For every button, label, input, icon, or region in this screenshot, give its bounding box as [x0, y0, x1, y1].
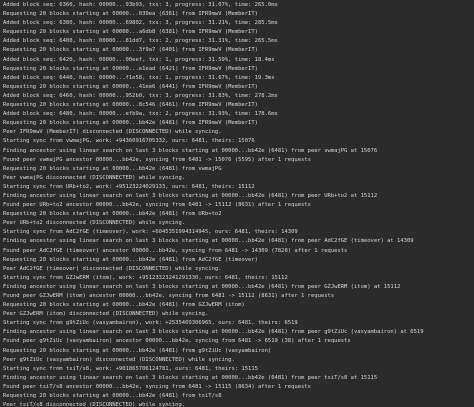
log-line: Starting sync from vwmajPG, work: +94360…	[3, 138, 255, 145]
log-line: Requesting 20 blocks starting at 00000..…	[3, 211, 222, 218]
log-line: Peer g9tZiUc (vasyambairon) disconnected…	[3, 356, 235, 363]
log-line: Requesting 20 blocks starting at 00000..…	[3, 102, 258, 109]
log-line: Requesting 20 blocks starting at 00000..…	[3, 83, 258, 90]
log-line: Found peer URb+to2 ancestor 00000...bb42…	[3, 202, 311, 209]
log-line: Found peer tsiT/s8 ancestor 00000...bb42…	[3, 383, 311, 390]
log-line: Starting sync from AdC2fGE (timeover), w…	[3, 229, 298, 236]
log-line: Starting sync from tsiT/s8, work: +90186…	[3, 365, 258, 372]
log-line: Finding ancestor using linear search on …	[3, 238, 414, 245]
log-line: Starting sync from URb+to2, work: +95123…	[3, 183, 255, 190]
log-line: Added block seq: 6400, hash: 00000...81d…	[3, 38, 278, 45]
log-line: Requesting 20 blocks starting at 00000..…	[3, 47, 258, 54]
log-line: Peer URb+to2 disconnected (DISCONNECTED)…	[3, 220, 186, 227]
log-line: Added block seq: 6420, hash: 00000...00e…	[3, 56, 275, 63]
log-line: Requesting 20 blocks starting at 00000..…	[3, 65, 258, 72]
log-line: Peer AdC2fGE (timeover) disconnected (DI…	[3, 265, 222, 272]
log-line: Peer GZJwERM (itom) disconnected (DISCON…	[3, 311, 209, 318]
log-line: Added block seq: 6460, hash: 00000...952…	[3, 92, 278, 99]
log-line: Added block seq: 6440, hash: 00000...f1e…	[3, 74, 275, 81]
log-line: Requesting 20 blocks starting at 00000..…	[3, 29, 258, 36]
log-line: Finding ancestor using linear search on …	[3, 329, 424, 336]
log-line: Finding ancestor using linear search on …	[3, 374, 378, 381]
log-line: Peer tsiT/s8 disconnected (DISCONNECTED)…	[3, 402, 186, 407]
log-line: Added block seq: 6380, hash: 00000...698…	[3, 20, 278, 27]
log-line: Starting sync from g9tZiUc (vasyambairon…	[3, 320, 298, 327]
log-line: Found peer g9tZiUc (vasyambairon) ancest…	[3, 338, 351, 345]
log-line: Requesting 20 blocks starting at 00000..…	[3, 11, 258, 18]
log-line: Peer vwmajPG disconnected (DISCONNECTED)…	[3, 174, 186, 181]
log-line: Requesting 20 blocks starting at 00000..…	[3, 256, 258, 263]
log-line: Requesting 20 blocks starting at 00000..…	[3, 347, 272, 354]
log-line: Added block seq: 6360, hash: 00000...93b…	[3, 2, 278, 8]
log-line: Finding ancestor using linear search on …	[3, 147, 378, 154]
log-line: Found peer GZJwERM (itom) ancestor 00000…	[3, 293, 335, 299]
log-line: Finding ancestor using linear search on …	[3, 283, 401, 290]
log-line: Peer IFR9mwV (MemberIT) disconnected (DI…	[3, 129, 222, 136]
log-line: Finding ancestor using linear search on …	[3, 192, 378, 199]
log-line: Requesting 20 blocks starting at 00000..…	[3, 393, 222, 400]
log-line: Added block seq: 6480, hash: 00000...efb…	[3, 111, 278, 118]
log-line: Requesting 20 blocks starting at 00000..…	[3, 302, 245, 309]
terminal-output[interactable]: Added block seq: 6360, hash: 00000...93b…	[0, 0, 474, 407]
log-line: Found peer vwmajPG ancestor 00000...bb42…	[3, 156, 311, 163]
log-line: Starting sync from GZJwERM (itom), work:…	[3, 274, 288, 281]
log-line: Found peer AdC2fGE (timeover) ancestor 0…	[3, 247, 348, 254]
log-line: Requesting 20 blocks starting at 00000..…	[3, 120, 258, 127]
log-line: Requesting 20 blocks starting at 00000..…	[3, 165, 222, 172]
